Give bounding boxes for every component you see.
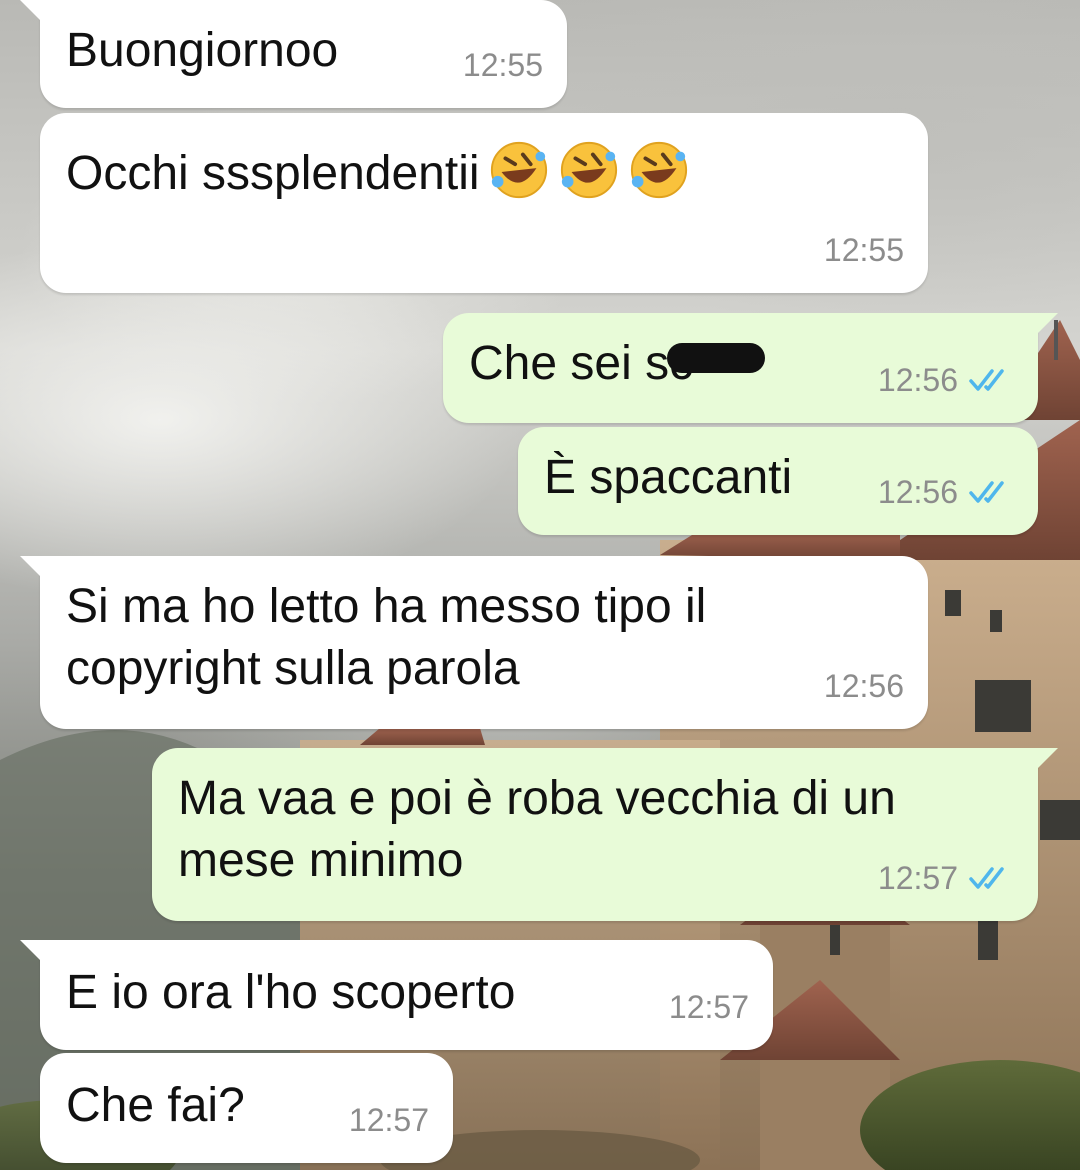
message-text: Occhi sssplendentii <box>66 139 690 205</box>
message-timestamp: 12:55 <box>462 47 543 83</box>
message-timestamp: 12:56 <box>877 362 958 398</box>
message-meta: 12:57 <box>878 847 1014 909</box>
message-text: Che sei sc <box>469 333 766 395</box>
message-text: Ma vaa e poi è roba vecchia di un mese m… <box>178 772 896 887</box>
message-bubble-outgoing[interactable]: Che sei sc 12:56 <box>443 313 1058 423</box>
message-text: Che fai? <box>66 1079 245 1132</box>
message-meta: 12:55 <box>824 219 904 281</box>
message-timestamp: 12:55 <box>823 232 904 268</box>
message-bubble-incoming[interactable]: Che fai? 12:57 <box>40 1053 453 1163</box>
message-bubble-incoming[interactable]: Occhi sssplendentii 12:55 <box>40 113 928 293</box>
message-timestamp: 12:56 <box>877 474 958 510</box>
message-meta: 12:57 <box>349 1089 429 1151</box>
redaction-scribble <box>667 343 766 373</box>
rolling-on-floor-laughing-emoji <box>560 141 617 199</box>
rolling-on-floor-laughing-emoji <box>630 141 687 199</box>
message-bubble-incoming[interactable]: Si ma ho letto ha messo tipo il copyrigh… <box>20 556 928 729</box>
double-check-icon <box>969 867 1004 889</box>
message-meta: 12:56 <box>878 461 1014 523</box>
double-check-icon <box>969 369 1004 391</box>
message-bubble-incoming[interactable]: Buongiornoo 12:55 <box>20 0 567 108</box>
message-timestamp: 12:56 <box>823 668 904 704</box>
message-text: E io ora l'ho scoperto <box>66 966 516 1019</box>
message-meta: 12:56 <box>824 655 904 717</box>
message-timestamp: 12:57 <box>348 1102 429 1138</box>
double-check-icon <box>969 481 1004 503</box>
message-text: Si ma ho letto ha messo tipo il copyrigh… <box>66 580 707 695</box>
chat-message-list[interactable]: Buongiornoo 12:55 Occhi sssplendentii 12… <box>0 0 1080 1170</box>
message-text-body: Occhi sssplendentii <box>66 147 480 200</box>
message-bubble-outgoing[interactable]: È spaccanti 12:56 <box>518 427 1038 535</box>
message-meta: 12:55 <box>463 34 543 96</box>
message-text-body: Che sei sc <box>469 337 694 390</box>
rolling-on-floor-laughing-emoji <box>490 141 547 199</box>
message-bubble-outgoing[interactable]: Ma vaa e poi è roba vecchia di un mese m… <box>152 748 1058 921</box>
message-meta: 12:57 <box>669 976 749 1038</box>
message-meta: 12:56 <box>878 349 1014 411</box>
message-text: Buongiornoo <box>66 24 339 77</box>
message-bubble-incoming[interactable]: E io ora l'ho scoperto 12:57 <box>20 940 773 1050</box>
message-text: È spaccanti <box>544 451 793 504</box>
message-timestamp: 12:57 <box>877 860 958 896</box>
message-timestamp: 12:57 <box>668 989 749 1025</box>
